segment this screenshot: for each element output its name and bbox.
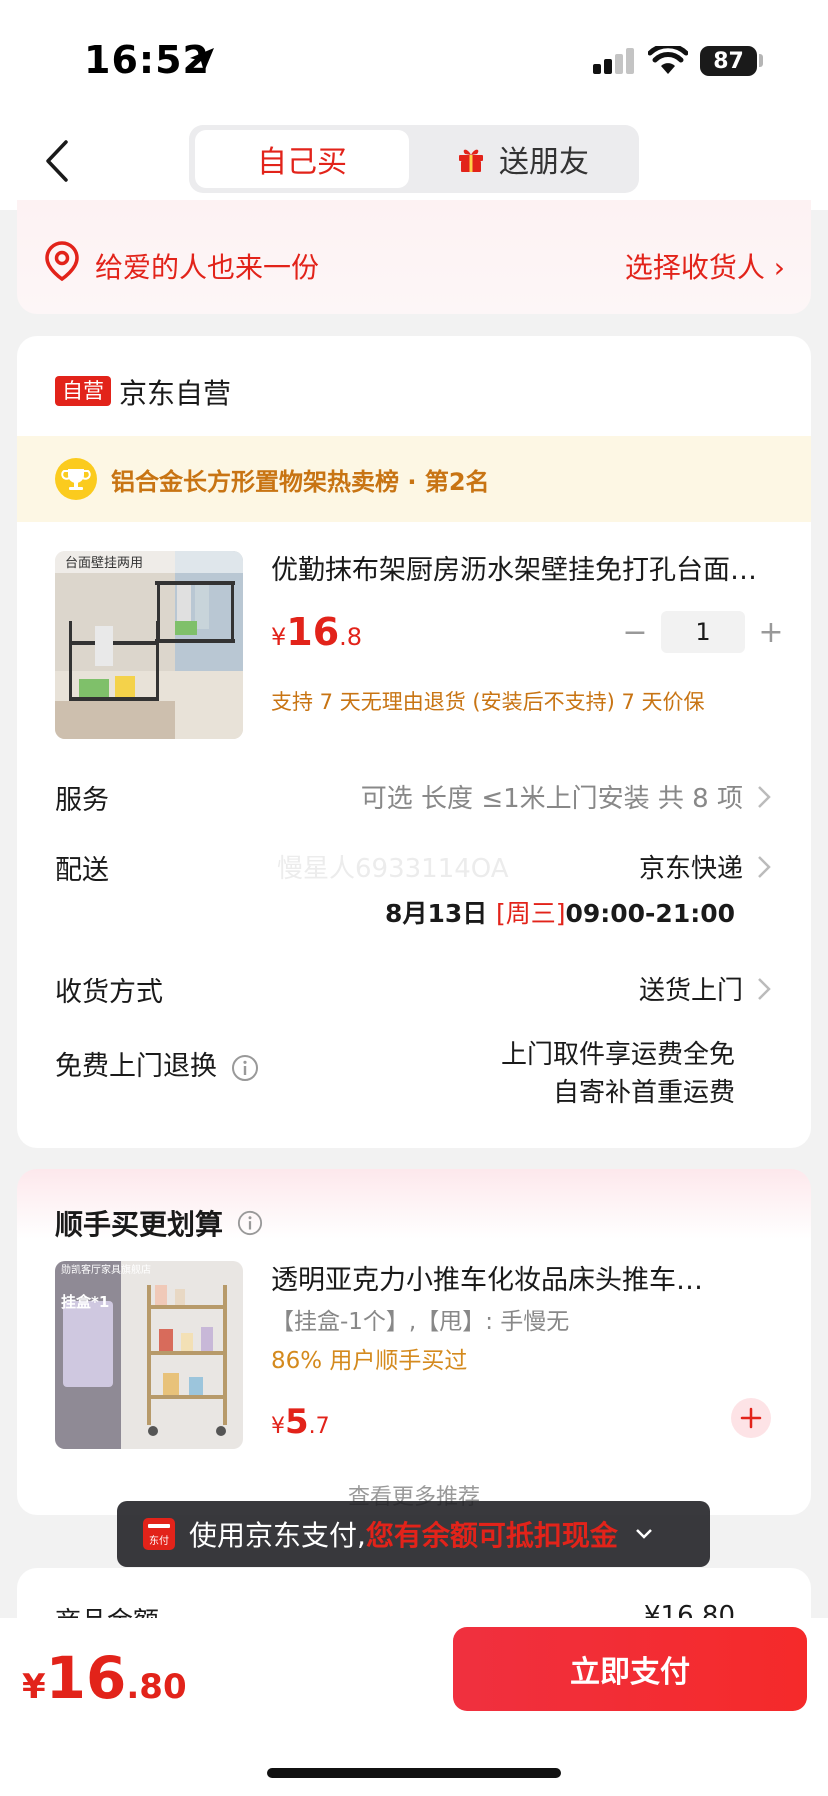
chevron-right-icon — [758, 855, 771, 878]
chevron-right-icon — [758, 977, 771, 1000]
jd-pay-icon: 东付 — [143, 1518, 175, 1550]
quantity-stepper: − 1 + — [615, 611, 791, 653]
receive-method-label: 收货方式 — [55, 977, 163, 1008]
product-title[interactable]: 优勤抹布架厨房沥水架壁挂免打孔台面… — [271, 548, 791, 587]
gift-icon — [459, 149, 483, 172]
recommend-card: 顺手买更划算 挂盒*1 勋凯客厅家具旗舰店 透明亚克力小推车化妆品床头推车… 【… — [17, 1169, 811, 1515]
delivery-window: 09:00-21:00 — [565, 899, 735, 928]
plus-icon — [740, 1407, 762, 1429]
quantity-increase-button[interactable]: + — [751, 615, 791, 650]
recommend-thumbnail[interactable]: 挂盒*1 勋凯客厅家具旗舰店 — [55, 1261, 243, 1449]
chevron-down-icon — [636, 1529, 652, 1539]
recommend-product-price: ¥5.7 — [271, 1402, 330, 1442]
service-label: 服务 — [55, 785, 109, 816]
price-decimal: .8 — [339, 623, 363, 651]
delivery-time: 8月13日 [周三]09:00-21:00 — [385, 894, 735, 930]
tab-buy-for-self[interactable]: 自己买 — [195, 130, 409, 188]
back-chevron-icon[interactable] — [40, 136, 76, 186]
rec-price-decimal: .7 — [308, 1414, 330, 1439]
gift-recipient-banner[interactable]: 给爱的人也来一份 选择收货人 › — [17, 200, 811, 314]
toast-highlight: 您有余额可抵扣现金 — [365, 1519, 618, 1552]
chevron-right-icon — [758, 785, 771, 808]
tab-send-to-friend[interactable]: 送朋友 — [457, 130, 589, 188]
choose-recipient-link[interactable]: 选择收货人 › — [625, 246, 785, 286]
battery-indicator: 87 — [700, 46, 757, 76]
price-integer: 16 — [286, 610, 340, 654]
trophy-icon — [55, 458, 97, 500]
product-image: 台面壁挂两用 — [55, 551, 243, 739]
checkout-bar: ¥16.80 立即支付 — [0, 1618, 828, 1796]
wifi-icon — [648, 46, 688, 74]
recommend-image-tag: 挂盒*1 — [61, 1293, 109, 1311]
ranking-bar[interactable]: 铝合金长方形置物架热卖榜 · 第2名 — [17, 436, 811, 522]
delivery-label: 配送 — [55, 855, 109, 886]
info-icon[interactable] — [237, 1210, 263, 1236]
return-line-1: 上门取件享运费全免 — [500, 1040, 735, 1070]
product-image-caption: 台面壁挂两用 — [65, 556, 143, 571]
total-price: ¥16.80 — [22, 1644, 187, 1712]
service-value: 可选 长度 ≤1米上门安装 共 8 项 — [360, 784, 743, 814]
toast-text: 使用京东支付, — [189, 1519, 366, 1552]
total-decimal: .80 — [126, 1667, 187, 1707]
free-return-info: 上门取件享运费全免 自寄补首重运费 — [501, 1036, 735, 1112]
recommend-product-name[interactable]: 透明亚克力小推车化妆品床头推车… — [271, 1258, 771, 1297]
watermark-text: 慢星人6933114OA — [277, 854, 509, 884]
location-pin-icon — [45, 241, 79, 282]
price-currency: ¥ — [271, 623, 287, 651]
jd-pay-promo-toast[interactable]: 东付 使用京东支付, 您有余额可抵扣现金 — [117, 1501, 710, 1567]
add-recommend-button[interactable] — [731, 1398, 771, 1438]
delivery-date: 8月13日 — [385, 899, 488, 928]
battery-tip — [759, 54, 763, 67]
recommend-product-spec: 【挂盒-1个】,【甩】: 手慢无 — [271, 1309, 570, 1335]
recommend-image-caption: 勋凯客厅家具旗舰店 — [61, 1263, 151, 1276]
total-currency: ¥ — [22, 1667, 46, 1707]
ranking-text: 铝合金长方形置物架热卖榜 · 第2名 — [111, 467, 490, 496]
gift-banner-text: 给爱的人也来一份 — [95, 251, 320, 284]
rec-price-currency: ¥ — [271, 1414, 285, 1439]
delivery-weekday: [周三] — [495, 899, 566, 928]
free-return-label-text: 免费上门退换 — [55, 1051, 217, 1082]
location-arrow-icon — [190, 48, 214, 72]
receive-method-selector[interactable]: 送货上门 — [639, 970, 771, 1007]
recommend-product-stat: 86% 用户顺手买过 — [271, 1348, 468, 1374]
recommend-title-text: 顺手买更划算 — [55, 1208, 224, 1241]
product-support-tags: 支持 7 天无理由退货 (安装后不支持) 7 天价保 — [271, 690, 705, 714]
product-thumbnail[interactable]: 台面壁挂两用 — [55, 551, 243, 739]
home-indicator[interactable] — [267, 1768, 561, 1778]
total-integer: 16 — [45, 1644, 127, 1712]
return-line-2: 自寄补首重运费 — [552, 1078, 735, 1108]
cellular-signal-icon — [593, 48, 634, 74]
product-price: ¥16.8 — [271, 610, 362, 654]
self-operated-badge: 自营 — [55, 376, 111, 406]
purchase-mode-segmented-control: 自己买 送朋友 — [189, 125, 639, 193]
delivery-selector[interactable]: 京东快递 — [639, 848, 771, 885]
order-product-card: 自营 京东自营 铝合金长方形置物架热卖榜 · 第2名 台面壁挂两用 优勤抹布架厨… — [17, 336, 811, 1148]
tab-send-to-friend-label: 送朋友 — [499, 145, 589, 180]
receive-method-value: 送货上门 — [638, 976, 743, 1006]
delivery-value: 京东快递 — [638, 854, 743, 884]
recommend-image: 挂盒*1 勋凯客厅家具旗舰店 — [55, 1261, 243, 1449]
pay-now-button[interactable]: 立即支付 — [453, 1627, 807, 1711]
info-icon[interactable] — [231, 1054, 259, 1082]
free-return-label: 免费上门退换 — [55, 1044, 259, 1083]
store-name: 京东自营 — [119, 377, 232, 410]
service-selector[interactable]: 可选 长度 ≤1米上门安装 共 8 项 — [361, 778, 771, 815]
quantity-input[interactable]: 1 — [661, 611, 745, 653]
quantity-decrease-button[interactable]: − — [615, 615, 655, 650]
rec-price-integer: 5 — [285, 1402, 309, 1442]
recommend-title: 顺手买更划算 — [55, 1203, 263, 1243]
